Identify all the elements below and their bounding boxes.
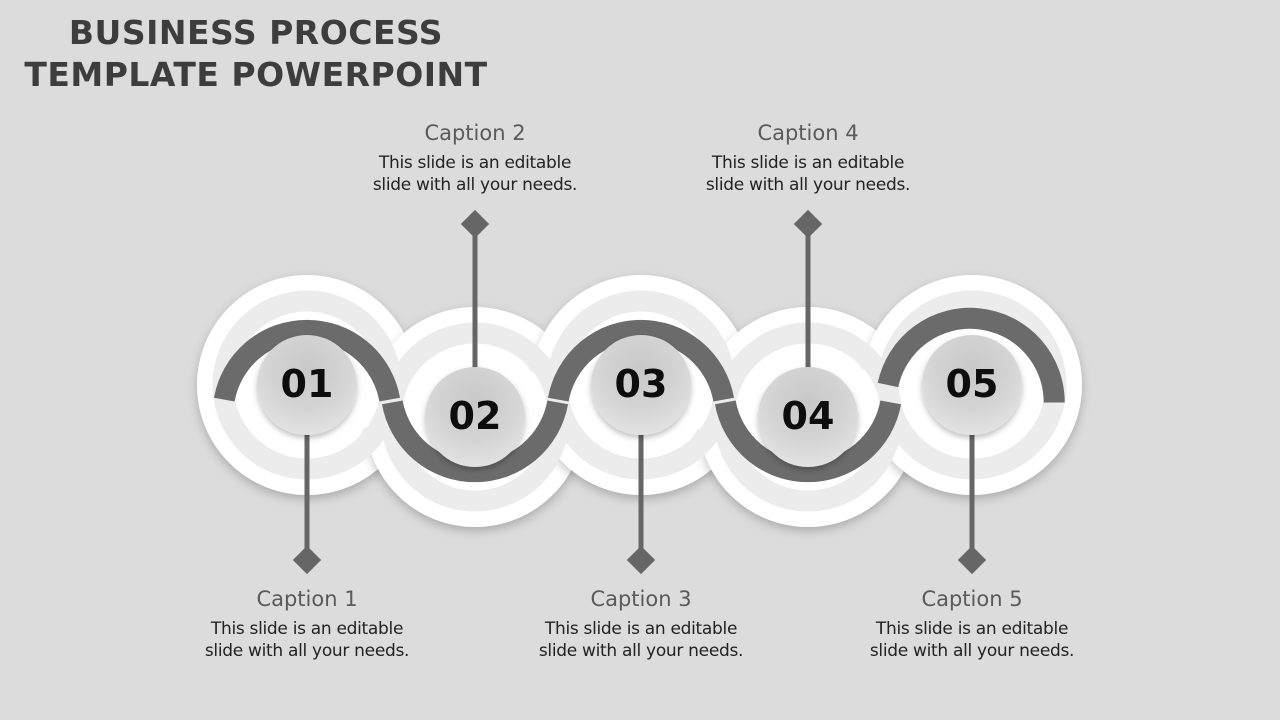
caption-text-line-2: slide with all your needs. <box>869 641 1075 661</box>
diamond-marker-1 <box>292 545 322 575</box>
caption-text-line-1: This slide is an editable <box>210 619 404 639</box>
caption-block-4: Caption 4 This slide is an editable slide … <box>658 120 958 196</box>
caption-heading: Caption 2 <box>424 121 526 145</box>
step-number-1: 01 <box>280 362 334 406</box>
step-number-5: 05 <box>945 362 999 406</box>
caption-text: This slide is an editable slide with all … <box>658 152 958 196</box>
caption-heading: Caption 3 <box>590 587 692 611</box>
caption-heading: Caption 4 <box>757 121 859 145</box>
caption-text: This slide is an editable slide with all … <box>157 618 457 662</box>
caption-text-line-2: slide with all your needs. <box>372 175 578 195</box>
step-number-2: 02 <box>448 394 502 438</box>
caption-block-3: Caption 3 This slide is an editable slide … <box>491 586 791 662</box>
caption-text-line-2: slide with all your needs. <box>705 175 911 195</box>
caption-block-1: Caption 1 This slide is an editable slide … <box>157 586 457 662</box>
caption-heading: Caption 5 <box>921 587 1023 611</box>
diamond-marker-3 <box>626 545 656 575</box>
step-number-4: 04 <box>781 394 835 438</box>
caption-text: This slide is an editable slide with all … <box>822 618 1122 662</box>
step-number-3: 03 <box>614 362 668 406</box>
caption-text-line-2: slide with all your needs. <box>204 641 410 661</box>
caption-text-line-2: slide with all your needs. <box>538 641 744 661</box>
caption-block-5: Caption 5 This slide is an editable slide … <box>822 586 1122 662</box>
diamond-marker-5 <box>957 545 987 575</box>
caption-text-line-1: This slide is an editable <box>378 153 572 173</box>
caption-text: This slide is an editable slide with all … <box>491 618 791 662</box>
caption-heading: Caption 1 <box>256 587 358 611</box>
caption-text-line-1: This slide is an editable <box>875 619 1069 639</box>
diamond-marker-2 <box>460 209 490 239</box>
caption-text-line-1: This slide is an editable <box>544 619 738 639</box>
caption-text-line-1: This slide is an editable <box>711 153 905 173</box>
diamond-marker-4 <box>793 209 823 239</box>
caption-block-2: Caption 2 This slide is an editable slide … <box>325 120 625 196</box>
caption-text: This slide is an editable slide with all … <box>325 152 625 196</box>
